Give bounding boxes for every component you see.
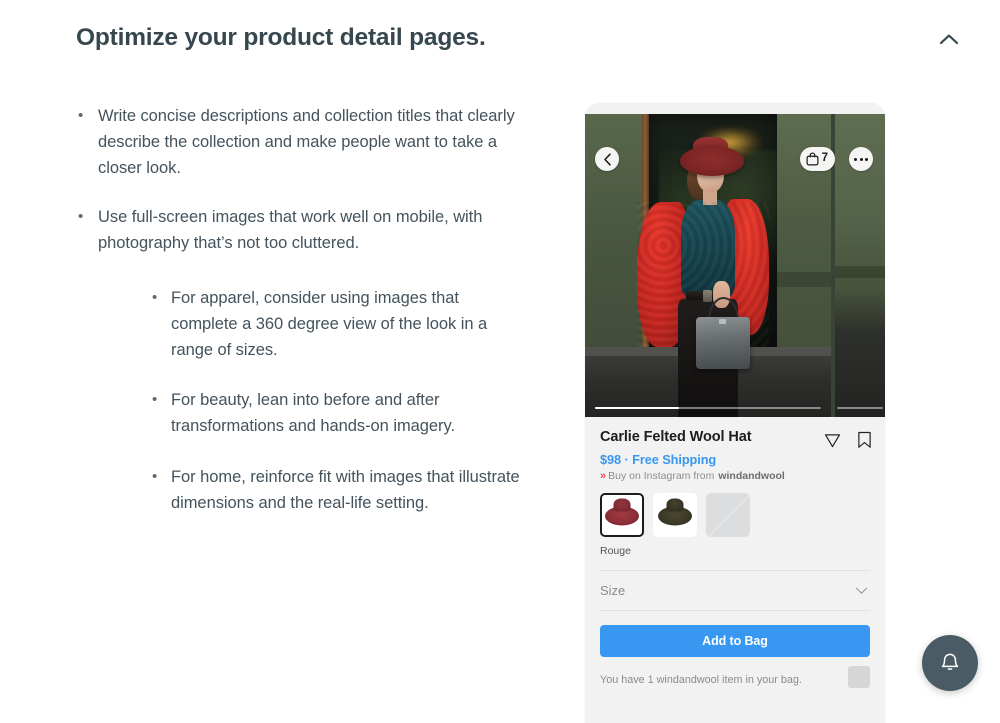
color-swatch-olive[interactable] (653, 493, 697, 537)
back-button[interactable] (595, 147, 619, 171)
product-title: Carlie Felted Wool Hat (600, 428, 790, 447)
product-info-panel: Carlie Felted Wool Hat $98 · Free Shippi… (585, 417, 885, 686)
size-label: Size (600, 583, 625, 598)
list-item: For home, reinforce fit with images that… (152, 465, 526, 517)
shopping-bag-button[interactable]: 7 (800, 147, 835, 171)
bullet-text: Use full-screen images that work well on… (98, 208, 482, 252)
carousel-progress-bar-next (837, 407, 883, 410)
sub-bullet-list: For apparel, consider using images that … (152, 286, 526, 517)
list-item: For beauty, lean into before and after t… (152, 388, 526, 440)
phone-mockup: 7 Carlie Felted Wool Hat (585, 103, 885, 723)
section-header: Optimize your product detail pages. (0, 0, 1000, 78)
carousel-slide-1[interactable] (585, 114, 831, 417)
list-item: Use full-screen images that work well on… (76, 205, 526, 516)
add-to-bag-button[interactable]: Add to Bag (600, 625, 870, 657)
product-actions (824, 431, 872, 454)
notifications-fab-button[interactable] (922, 635, 978, 691)
more-options-icon (854, 158, 868, 161)
buy-text: Buy on Instagram from (608, 470, 714, 482)
sub-bullet-text: For apparel, consider using images that … (171, 289, 487, 359)
bag-note-text: You have 1 windandwool item in your bag. (600, 674, 802, 686)
collapse-section-button[interactable] (932, 24, 966, 54)
size-selector[interactable]: Size (600, 571, 870, 611)
bookmark-icon (857, 431, 872, 449)
guidance-content: Write concise descriptions and collectio… (76, 104, 526, 542)
bullet-text: Write concise descriptions and collectio… (98, 107, 515, 177)
color-swatch-rouge[interactable] (600, 493, 644, 537)
color-swatch-unavailable[interactable] (706, 493, 750, 537)
chevron-left-icon (603, 153, 612, 166)
merchant-name: windandwool (718, 470, 785, 482)
list-item: Write concise descriptions and collectio… (76, 104, 526, 181)
list-item: For apparel, consider using images that … (152, 286, 526, 363)
page-title: Optimize your product detail pages. (76, 24, 486, 52)
bag-count: 7 (822, 153, 828, 165)
product-title-row: Carlie Felted Wool Hat (585, 417, 885, 447)
carousel-progress-bar (595, 407, 821, 410)
product-photo-model (585, 114, 831, 417)
send-icon (824, 432, 841, 449)
selected-color-label: Rouge (585, 537, 885, 557)
bag-note-row: You have 1 windandwool item in your bag. (600, 657, 870, 686)
chevron-down-icon (855, 582, 868, 600)
shopping-bag-icon (806, 152, 819, 166)
sub-bullet-text: For home, reinforce fit with images that… (171, 468, 520, 512)
bag-item-thumbnail[interactable] (848, 666, 870, 688)
hat-thumbnail-rouge (605, 506, 639, 525)
buy-on-instagram-row: » Buy on Instagram from windandwool (585, 467, 885, 482)
chevron-up-icon (939, 33, 959, 45)
bullet-list: Write concise descriptions and collectio… (76, 104, 526, 517)
double-chevron-icon: » (600, 471, 604, 482)
color-swatch-list (585, 482, 885, 537)
share-button[interactable] (824, 432, 841, 454)
hat-thumbnail-olive (658, 506, 692, 525)
sub-bullet-text: For beauty, lean into before and after t… (171, 391, 455, 435)
bell-icon (938, 651, 962, 676)
more-options-button[interactable] (849, 147, 873, 171)
save-button[interactable] (857, 431, 872, 454)
product-media-carousel[interactable]: 7 (585, 114, 885, 417)
